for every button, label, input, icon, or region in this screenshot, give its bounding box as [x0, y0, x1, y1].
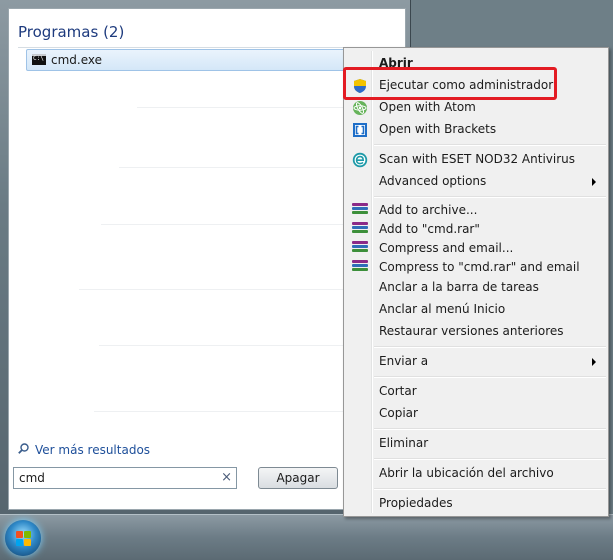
- start-orb-icon[interactable]: [5, 520, 41, 556]
- menu-item-pin-taskbar[interactable]: Anclar a la barra de tareas: [346, 278, 606, 298]
- winrar-icon: [352, 203, 368, 219]
- menu-item-label: Open with Atom: [379, 100, 476, 114]
- eset-icon: [352, 152, 368, 168]
- annotation-highlight-box: [343, 67, 557, 100]
- menu-item-label: Compress and email...: [379, 241, 514, 255]
- menu-item-eset-scan[interactable]: Scan with ESET NOD32 Antivirus: [346, 150, 606, 170]
- menu-item-label: Open with Brackets: [379, 122, 497, 136]
- search-result-cmd[interactable]: cmd.exe: [26, 49, 386, 71]
- menu-item-restore-previous-versions[interactable]: Restaurar versiones anteriores: [346, 322, 606, 342]
- flag-green: [24, 531, 31, 538]
- submenu-arrow-icon: [592, 178, 596, 186]
- menu-item-label: Restaurar versiones anteriores: [379, 324, 564, 338]
- menu-item-label: Cortar: [379, 384, 417, 398]
- programs-section-header: Programas (2): [18, 23, 125, 41]
- menu-item-compress-and-email[interactable]: Compress and email...: [346, 239, 606, 259]
- cmd-icon: [32, 54, 46, 65]
- menu-separator: [374, 458, 606, 460]
- menu-item-delete[interactable]: Eliminar: [346, 434, 606, 454]
- shutdown-button[interactable]: Apagar: [258, 467, 338, 489]
- menu-separator: [374, 428, 606, 430]
- search-input[interactable]: cmd ×: [13, 467, 237, 489]
- context-menu: Abrir Ejecutar como administrador Open w…: [343, 47, 609, 517]
- menu-separator: [374, 346, 606, 348]
- brackets-icon: [353, 123, 367, 137]
- menu-item-label: Propiedades: [379, 496, 453, 510]
- menu-item-advanced-options[interactable]: Advanced options: [346, 172, 606, 192]
- taskbar: [0, 514, 613, 560]
- menu-separator: [374, 488, 606, 490]
- menu-item-label: Add to "cmd.rar": [379, 222, 480, 236]
- divider: [101, 224, 347, 225]
- menu-item-add-to-archive[interactable]: Add to archive...: [346, 201, 606, 221]
- search-input-value: cmd: [19, 471, 45, 485]
- menu-separator: [374, 196, 606, 198]
- menu-item-open-with-atom[interactable]: Open with Atom: [346, 98, 606, 118]
- menu-item-label: Advanced options: [379, 174, 487, 188]
- divider: [119, 167, 347, 168]
- winrar-icon: [352, 241, 368, 257]
- divider: [94, 411, 347, 412]
- menu-item-compress-to-cmd-rar-email[interactable]: Compress to "cmd.rar" and email: [346, 258, 606, 278]
- menu-separator: [374, 376, 606, 378]
- winrar-icon: [352, 260, 368, 276]
- divider: [137, 107, 347, 108]
- menu-item-label: Abrir la ubicación del archivo: [379, 466, 554, 480]
- atom-icon: [353, 101, 367, 115]
- divider: [99, 345, 347, 346]
- menu-item-properties[interactable]: Propiedades: [346, 494, 606, 514]
- flag-blue: [16, 539, 23, 546]
- menu-item-open-file-location[interactable]: Abrir la ubicación del archivo: [346, 464, 606, 484]
- divider: [79, 289, 347, 290]
- section-divider: [18, 47, 399, 48]
- menu-item-label: Scan with ESET NOD32 Antivirus: [379, 152, 576, 166]
- menu-item-copy[interactable]: Copiar: [346, 404, 606, 424]
- menu-item-open-with-brackets[interactable]: Open with Brackets: [346, 120, 606, 140]
- submenu-arrow-icon: [592, 358, 596, 366]
- clear-search-icon[interactable]: ×: [221, 470, 232, 485]
- menu-item-label: Compress to "cmd.rar" and email: [379, 260, 580, 274]
- menu-separator: [374, 144, 606, 146]
- menu-item-cut[interactable]: Cortar: [346, 382, 606, 402]
- flag-red: [16, 531, 23, 538]
- flag-yellow: [24, 539, 31, 546]
- winrar-icon: [352, 222, 368, 238]
- menu-item-pin-start-menu[interactable]: Anclar al menú Inicio: [346, 300, 606, 320]
- menu-item-label: Enviar a: [379, 354, 429, 368]
- menu-item-label: Copiar: [379, 406, 418, 420]
- search-result-label: cmd.exe: [51, 53, 103, 67]
- menu-item-label: Add to archive...: [379, 203, 478, 217]
- menu-item-label: Anclar al menú Inicio: [379, 302, 506, 316]
- search-icon: [18, 443, 29, 454]
- menu-item-send-to[interactable]: Enviar a: [346, 352, 606, 372]
- see-more-results-label: Ver más resultados: [35, 443, 151, 457]
- menu-item-label: Eliminar: [379, 436, 429, 450]
- menu-item-label: Anclar a la barra de tareas: [379, 280, 539, 294]
- menu-item-add-to-cmd-rar[interactable]: Add to "cmd.rar": [346, 220, 606, 240]
